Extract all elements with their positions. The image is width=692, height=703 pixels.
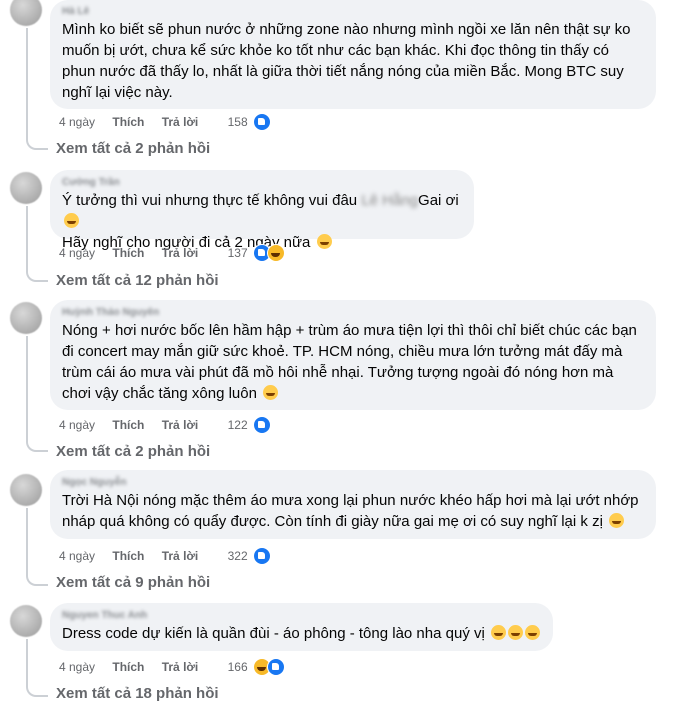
comment-author[interactable]: Hà Lê xyxy=(62,6,644,18)
reaction-count[interactable]: 322 xyxy=(228,547,248,565)
comment-bubble: Huỳnh Thảo Nguyên Nóng + hơi nước bốc lê… xyxy=(50,300,656,410)
thread-line xyxy=(26,508,28,574)
like-icon xyxy=(266,657,285,676)
comment-text: Dress code dự kiến là quần đùi - áo phôn… xyxy=(62,623,541,644)
laughing-emoji-icon xyxy=(263,385,279,400)
view-replies-link[interactable]: Xem tất cả 12 phản hồi xyxy=(56,272,219,290)
comment-author[interactable]: Huỳnh Thảo Nguyên xyxy=(62,307,644,319)
tired-face-emoji-icon xyxy=(316,234,332,249)
comment-text-body: Nóng + hơi nước bốc lên hầm hập + trùm á… xyxy=(62,322,642,402)
like-button[interactable]: Thích xyxy=(112,416,144,434)
reaction-count[interactable]: 137 xyxy=(228,244,248,262)
thread-line xyxy=(26,206,28,270)
comment-bubble: Ngọc Nguyễn Trời Hà Nội nóng mặc thêm áo… xyxy=(50,470,656,539)
like-icon xyxy=(252,112,271,131)
pleading-face-emoji-icon xyxy=(609,513,625,528)
mention-link[interactable]: Lê Hằng xyxy=(361,192,418,209)
view-replies-link[interactable]: Xem tất cả 2 phản hồi xyxy=(56,140,210,158)
comment-author[interactable]: Cường Trần xyxy=(62,177,462,189)
comment-author[interactable]: Nguyen Thuc Anh xyxy=(62,610,541,622)
comment-actions: 4 ngày Thích Trả lời 122 xyxy=(59,415,271,434)
reply-button[interactable]: Trả lời xyxy=(162,113,199,131)
rofl-emoji-icon xyxy=(490,625,506,640)
like-button[interactable]: Thích xyxy=(112,113,144,131)
thread-elbow xyxy=(26,138,48,150)
comment-text: Trời Hà Nội nóng mặc thêm áo mưa xong lạ… xyxy=(62,490,644,532)
comment-bubble: Cường Trần Ý tưởng thì vui nhưng thực tế… xyxy=(50,170,474,251)
comment-bubble: Hà Lê Mình ko biết sẽ phun nước ở những … xyxy=(50,0,656,109)
reply-button[interactable]: Trả lời xyxy=(162,244,199,262)
like-button[interactable]: Thích xyxy=(112,547,144,565)
avatar[interactable] xyxy=(10,474,42,506)
comment-text: Nóng + hơi nước bốc lên hầm hập + trùm á… xyxy=(62,320,644,404)
avatar[interactable] xyxy=(10,172,42,204)
comment-text-body: Dress code dự kiến là quần đùi - áo phôn… xyxy=(62,625,485,642)
haha-icon xyxy=(266,243,285,262)
reaction-count[interactable]: 166 xyxy=(228,658,248,676)
thread-elbow xyxy=(26,270,48,282)
reply-button[interactable]: Trả lời xyxy=(162,658,199,676)
rofl-emoji-icon xyxy=(524,625,540,640)
comment-time[interactable]: 4 ngày xyxy=(59,244,95,262)
comment-actions: 4 ngày Thích Trả lời 158 xyxy=(59,112,271,131)
reply-button[interactable]: Trả lời xyxy=(162,547,199,565)
like-icon xyxy=(252,546,271,565)
thread-elbow xyxy=(26,685,48,697)
view-replies-link[interactable]: Xem tất cả 9 phản hồi xyxy=(56,574,210,592)
thread-line xyxy=(26,28,28,138)
view-replies-link[interactable]: Xem tất cả 18 phản hồi xyxy=(56,685,219,703)
like-button[interactable]: Thích xyxy=(112,244,144,262)
comment-text-part: Gai ơi xyxy=(418,192,459,209)
rofl-emoji-icon xyxy=(507,625,523,640)
thread-line xyxy=(26,336,28,440)
avatar[interactable] xyxy=(10,605,42,637)
like-icon xyxy=(252,415,271,434)
like-button[interactable]: Thích xyxy=(112,658,144,676)
thread-line xyxy=(26,639,28,685)
clown-emoji-icon xyxy=(64,213,79,228)
comment-author[interactable]: Ngọc Nguyễn xyxy=(62,477,644,489)
view-replies-link[interactable]: Xem tất cả 2 phản hồi xyxy=(56,443,210,461)
comment-time[interactable]: 4 ngày xyxy=(59,658,95,676)
comment-text-body: Trời Hà Nội nóng mặc thêm áo mưa xong lạ… xyxy=(62,492,643,530)
comment-text-part: Ý tưởng thì vui nhưng thực tế không vui … xyxy=(62,192,362,209)
reaction-count[interactable]: 122 xyxy=(228,416,248,434)
avatar[interactable] xyxy=(10,0,42,26)
comment-text: Mình ko biết sẽ phun nước ở những zone n… xyxy=(62,21,635,101)
comment-actions: 4 ngày Thích Trả lời 322 xyxy=(59,546,271,565)
reply-button[interactable]: Trả lời xyxy=(162,416,199,434)
comment-time[interactable]: 4 ngày xyxy=(59,113,95,131)
comment-time[interactable]: 4 ngày xyxy=(59,416,95,434)
comment-bubble: Nguyen Thuc Anh Dress code dự kiến là qu… xyxy=(50,603,553,651)
thread-elbow xyxy=(26,574,48,586)
comment-actions: 4 ngày Thích Trả lời 166 xyxy=(59,657,285,676)
comment-time[interactable]: 4 ngày xyxy=(59,547,95,565)
avatar[interactable] xyxy=(10,302,42,334)
thread-elbow xyxy=(26,440,48,452)
comment-actions: 4 ngày Thích Trả lời 137 xyxy=(59,243,285,262)
reaction-count[interactable]: 158 xyxy=(228,113,248,131)
